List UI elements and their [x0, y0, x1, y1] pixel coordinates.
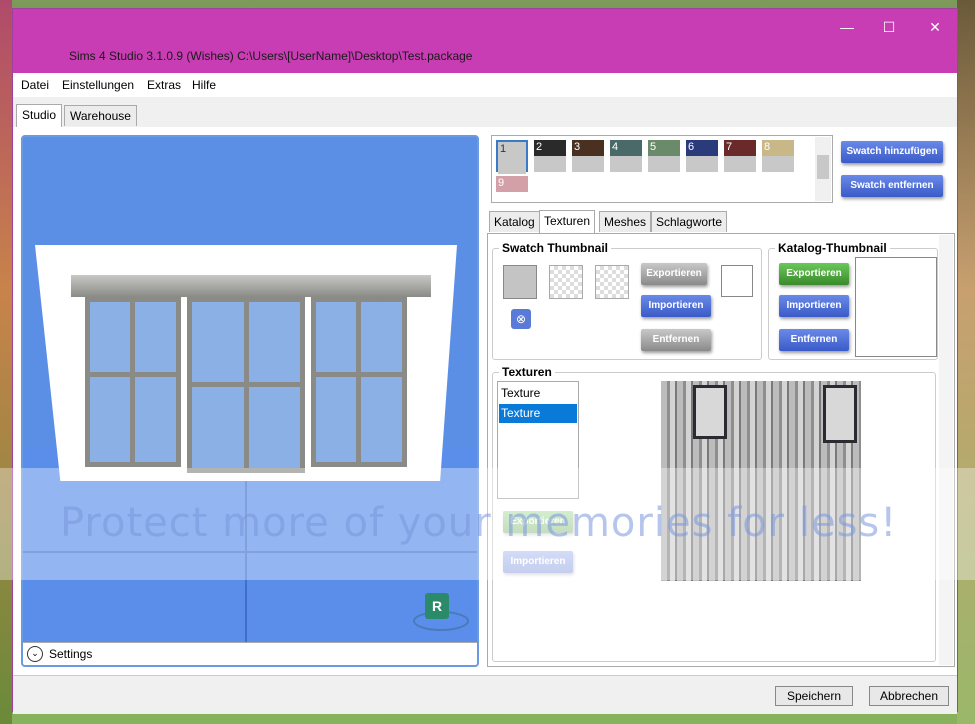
catalog-import-button[interactable]: Importieren: [779, 295, 849, 317]
catalog-thumbnail-preview: [855, 257, 937, 357]
window-top-trim: [71, 275, 431, 297]
tab-warehouse[interactable]: Warehouse: [64, 105, 137, 126]
textures-group: Texturen Texture Texture Exportieren Imp…: [492, 365, 936, 662]
minimize-button[interactable]: —: [827, 15, 867, 39]
maximize-button[interactable]: ☐: [869, 15, 909, 39]
catalog-thumbnail-title: Katalog-Thumbnail: [775, 241, 890, 255]
tab-meshes[interactable]: Meshes: [599, 211, 652, 232]
settings-label: Settings: [49, 647, 93, 661]
desktop-background-right: [957, 0, 975, 724]
swatch-thumbnail-title: Swatch Thumbnail: [499, 241, 612, 255]
swatch-import-button[interactable]: Importieren: [641, 295, 711, 317]
floor-grid-line: [23, 551, 477, 553]
swatch-thumbnail-group: Swatch Thumbnail ⊗ Exportieren Importier…: [492, 241, 762, 360]
tab-texturen[interactable]: Texturen: [539, 210, 596, 233]
catalog-thumbnail-group: Katalog-Thumbnail Exportieren Importiere…: [768, 241, 938, 360]
main-tabs: Studio Warehouse: [13, 104, 957, 128]
swatch-3[interactable]: 3: [572, 140, 604, 172]
window-center-pane: [187, 297, 305, 473]
desktop-background-left: [0, 0, 12, 724]
swatch-8[interactable]: 8: [762, 140, 794, 172]
swatch-color-preview: [721, 265, 753, 297]
swatch-4[interactable]: 4: [610, 140, 642, 172]
window-left-pane: [85, 297, 181, 467]
list-item[interactable]: Texture: [499, 404, 577, 423]
menu-einstellungen[interactable]: Einstellungen: [62, 78, 134, 92]
tab-katalog[interactable]: Katalog: [489, 211, 540, 232]
tab-studio[interactable]: Studio: [16, 104, 63, 127]
texturen-panel: Swatch Thumbnail ⊗ Exportieren Importier…: [487, 233, 955, 667]
add-swatch-button[interactable]: Swatch hinzufügen: [841, 141, 943, 163]
settings-expander[interactable]: ⌄ Settings: [23, 642, 477, 665]
menu-extras[interactable]: Extras: [147, 78, 181, 92]
window-right-pane: [311, 297, 407, 467]
texture-import-button[interactable]: Importieren: [503, 551, 573, 573]
window-title: Sims 4 Studio 3.1.0.9 (Wishes) C:\Users\…: [69, 49, 473, 63]
swatch-scrollbar[interactable]: [815, 137, 831, 201]
swatch-7[interactable]: 7: [724, 140, 756, 172]
swatch-list: 1 2 3 4 5 6 7 8 9: [491, 135, 833, 203]
save-button[interactable]: Speichern: [775, 686, 853, 706]
cancel-button[interactable]: Abbrechen: [869, 686, 949, 706]
swatch-export-button[interactable]: Exportieren: [641, 263, 707, 285]
studio-content: R ⌄ Settings 1 2 3 4 5 6 7 8 9 Swatch hi…: [13, 127, 957, 675]
swatch-thumbnail-preview: [503, 265, 537, 299]
texture-preview-image: [661, 381, 861, 581]
textures-title: Texturen: [499, 365, 555, 379]
window-object-render: [35, 245, 457, 481]
remove-swatch-button[interactable]: Swatch entfernen: [841, 175, 943, 197]
catalog-remove-button[interactable]: Entfernen: [779, 329, 849, 351]
swatch-1[interactable]: 1: [496, 140, 528, 174]
swatch-9[interactable]: 9: [496, 176, 528, 198]
list-item[interactable]: Texture: [499, 384, 577, 403]
menu-hilfe[interactable]: Hilfe: [192, 78, 216, 92]
texture-export-button[interactable]: Exportieren: [503, 511, 573, 533]
menu-bar: Datei Einstellungen Extras Hilfe: [13, 73, 957, 97]
close-button[interactable]: ✕: [915, 15, 955, 39]
catalog-export-button[interactable]: Exportieren: [779, 263, 849, 285]
swatch-thumbnail-slot: [549, 265, 583, 299]
swatch-2[interactable]: 2: [534, 140, 566, 172]
swatch-thumbnail-slot: [595, 265, 629, 299]
app-window: Sims 4 Studio 3.1.0.9 (Wishes) C:\Users\…: [12, 8, 958, 714]
reset-camera-icon[interactable]: R: [425, 593, 449, 619]
panel-scrollbar[interactable]: [939, 235, 953, 665]
dialog-footer: Speichern Abbrechen: [13, 675, 957, 714]
title-bar: Sims 4 Studio 3.1.0.9 (Wishes) C:\Users\…: [13, 9, 957, 73]
texture-list: Texture Texture: [497, 381, 579, 499]
swatch-5[interactable]: 5: [648, 140, 680, 172]
3d-preview[interactable]: R ⌄ Settings: [21, 135, 479, 667]
menu-datei[interactable]: Datei: [21, 78, 49, 92]
chevron-down-icon[interactable]: ⌄: [27, 646, 43, 662]
swatch-remove-button[interactable]: Entfernen: [641, 329, 711, 351]
remove-circle-icon[interactable]: ⊗: [511, 309, 531, 329]
swatch-6[interactable]: 6: [686, 140, 718, 172]
tab-schlagworte[interactable]: Schlagworte: [651, 211, 728, 232]
